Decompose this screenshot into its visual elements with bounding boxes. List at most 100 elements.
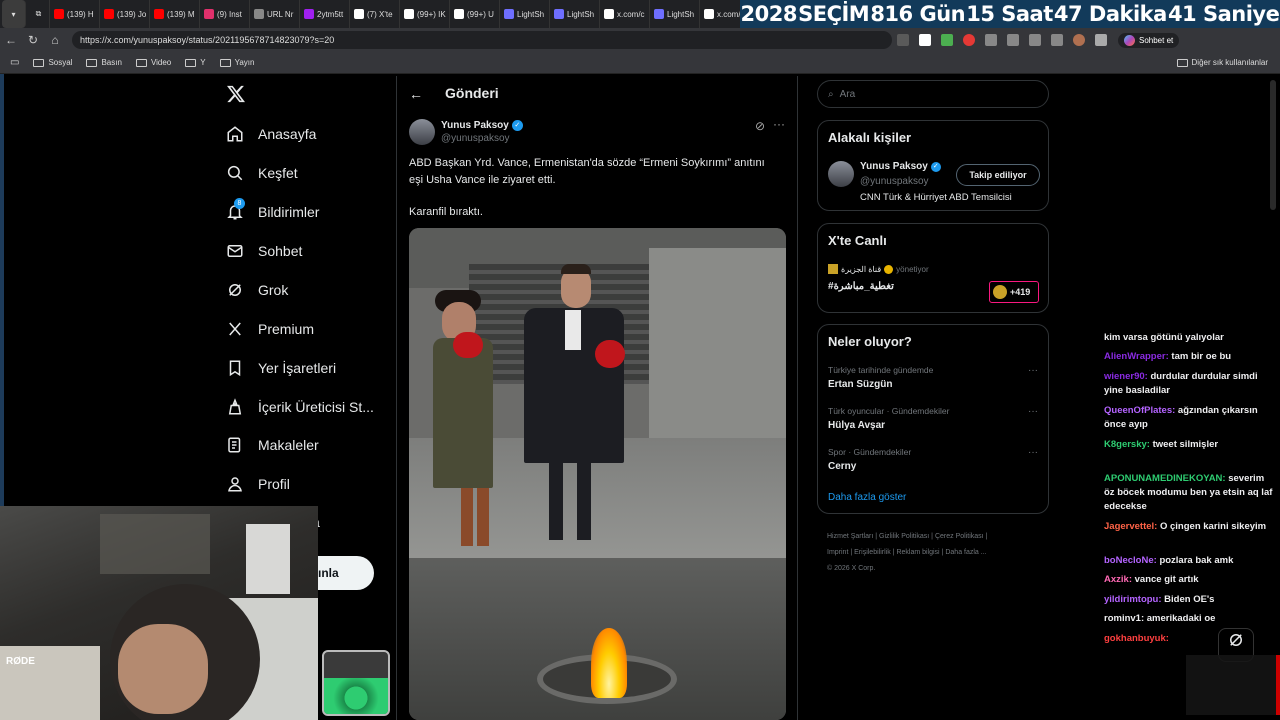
chat-message: boNecloNe: pozlara bak amk (1104, 554, 1274, 568)
chat-username[interactable]: rominv1: (1104, 613, 1144, 624)
nav-articles[interactable]: Makaleler (226, 433, 319, 457)
bookmarks-menu-icon[interactable]: ▭ (10, 57, 19, 68)
chat-username[interactable]: QueenOfPlates: (1104, 405, 1175, 416)
footer-link[interactable]: Hizmet Şartları (827, 533, 873, 540)
nav-grok[interactable]: Grok (226, 278, 288, 302)
bookmark-folder[interactable]: Basın (86, 58, 122, 67)
nav-premium[interactable]: Premium (226, 317, 314, 341)
tab-actions-button[interactable]: ⧉ (28, 0, 50, 28)
nav-notifications[interactable]: 8 Bildirimler (226, 198, 319, 224)
browser-tab[interactable]: (99+) IK (400, 0, 450, 28)
more-options-icon[interactable]: ··· (1028, 365, 1038, 376)
live-hashtag[interactable]: #تغطية_مباشرة (828, 281, 894, 292)
relevant-handle: @yunuspaksoy (860, 176, 929, 187)
x-logo-icon[interactable] (226, 84, 246, 109)
search-input[interactable]: ⌕ Ara (817, 80, 1049, 108)
extension-icon[interactable] (941, 34, 953, 46)
avatar[interactable] (409, 119, 435, 145)
back-arrow-icon[interactable]: ← (0, 33, 22, 47)
favorites-icon[interactable] (1029, 34, 1041, 46)
copilot-chat-button[interactable]: Sohbet et (1118, 32, 1180, 48)
grok-icon[interactable]: ⊘ (755, 119, 765, 133)
collections-icon[interactable] (1051, 34, 1063, 46)
trend-item[interactable]: Spor · Gündemdekiler Cerny ··· (828, 447, 1040, 472)
browser-tab[interactable]: (9) Inst (200, 0, 250, 28)
nav-explore[interactable]: Keşfet (226, 161, 298, 185)
trend-item[interactable]: Türkiye tarihinde gündemde Ertan Süzgün … (828, 365, 1040, 390)
chat-username[interactable]: K8gersky: (1104, 439, 1150, 450)
footer-link[interactable]: Reklam bilgisi (896, 549, 939, 556)
browser-tab[interactable]: 2ytm5tt (300, 0, 350, 28)
browser-tab[interactable]: LightSh (650, 0, 700, 28)
reload-icon[interactable]: ↻ (22, 33, 44, 47)
footer-link[interactable]: Gizlilik Politikası (879, 533, 929, 540)
extension-icon[interactable] (985, 34, 997, 46)
following-button[interactable]: Takip ediliyor (956, 164, 1040, 186)
nav-profile[interactable]: Profil (226, 472, 290, 496)
chat-username[interactable]: Axzik: (1104, 574, 1132, 585)
browser-tab[interactable]: (139) Jo (100, 0, 150, 28)
verified-badge-icon: ✓ (930, 161, 941, 172)
bookmark-folder[interactable]: Video (135, 58, 171, 67)
back-arrow-icon[interactable]: ← (409, 86, 423, 102)
chat-username[interactable]: wiener90: (1104, 371, 1148, 382)
chat-username[interactable]: APONUNAMEDINEKOYAN: (1104, 473, 1226, 484)
nav-chat[interactable]: Sohbet (226, 239, 302, 263)
chat-username[interactable]: gokhanbuyuk: (1104, 633, 1169, 644)
live-host-row[interactable]: قناة الجزيرة yönetiyor (828, 264, 929, 274)
relevant-name[interactable]: Yunus Paksoy (860, 161, 928, 172)
chat-username[interactable]: Jagervettel: (1104, 521, 1157, 532)
tab-favicon-icon (554, 9, 564, 19)
chat-username[interactable]: yildirimtopu: (1104, 594, 1162, 605)
author-name[interactable]: Yunus Paksoy (441, 120, 509, 131)
browser-tab[interactable]: (139) H (50, 0, 100, 28)
trend-context: Spor · Gündemdekiler (828, 447, 912, 457)
more-options-icon[interactable]: ··· (1028, 406, 1038, 417)
menu-dots-icon[interactable] (1095, 34, 1107, 46)
nav-home[interactable]: Anasayfa (226, 122, 316, 146)
avatar[interactable] (828, 161, 854, 187)
browser-tab[interactable]: (7) X'te (350, 0, 400, 28)
trend-item[interactable]: Türk oyuncular · Gündemdekiler Hülya Avş… (828, 406, 1040, 431)
browser-tab[interactable]: (139) M (150, 0, 200, 28)
tab-menu-button[interactable]: ▾ (2, 0, 26, 28)
bookmark-folder[interactable]: Yayın (219, 58, 254, 67)
chat-username[interactable]: AlienWrapper: (1104, 351, 1169, 362)
chat-fade (1104, 316, 1274, 326)
other-bookmarks[interactable]: Diğer sık kullanılanlar (1176, 58, 1268, 67)
show-more-link[interactable]: Daha fazla göster (828, 492, 906, 503)
extension-icon[interactable] (919, 34, 931, 46)
countdown-seconds: 41 Saniye (1167, 2, 1280, 26)
more-options-icon[interactable]: ··· (773, 117, 785, 131)
chat-username[interactable]: boNecloNe: (1104, 555, 1157, 566)
author-handle[interactable]: @yunuspaksoy (441, 133, 510, 144)
x-live-card: X'te Canlı قناة الجزيرة yönetiyor #تغطية… (817, 223, 1049, 313)
url-field[interactable]: https://x.com/yunuspaksoy/status/2021195… (72, 31, 892, 49)
scrollbar[interactable] (1270, 80, 1276, 210)
tab-label: (139) Jo (117, 9, 147, 19)
nav-bookmarks[interactable]: Yer İşaretleri (226, 356, 336, 380)
extension-icon[interactable] (897, 34, 909, 46)
browser-tab[interactable]: URL Nr (250, 0, 300, 28)
footer-link[interactable]: Çerez Politikası (935, 533, 984, 540)
extension-icon[interactable] (963, 34, 975, 46)
copilot-chat-label: Sohbet et (1139, 35, 1174, 45)
browser-tab[interactable]: (99+) U (450, 0, 500, 28)
live-listeners-badge[interactable]: +419 (989, 281, 1039, 303)
browser-tab[interactable]: LightSh (500, 0, 550, 28)
footer-link[interactable]: Imprint (827, 549, 848, 556)
avatar[interactable] (1073, 34, 1085, 46)
home-button-icon[interactable]: ⌂ (44, 33, 66, 47)
bookmark-folder[interactable]: Sosyal (33, 58, 72, 67)
split-view-icon[interactable] (1007, 34, 1019, 46)
footer-link[interactable]: Daha fazla ... (945, 549, 986, 556)
footer-link[interactable]: Erişilebilirlik (854, 549, 891, 556)
browser-tab[interactable]: x.com/c (600, 0, 650, 28)
nav-creator-studio[interactable]: İçerik Üreticisi St... (226, 395, 374, 419)
other-bookmarks-label: Diğer sık kullanılanlar (1191, 58, 1268, 67)
post-image[interactable] (409, 228, 786, 720)
bookmark-folder[interactable]: Y (185, 58, 206, 67)
browser-tab[interactable]: LightSh (550, 0, 600, 28)
more-options-icon[interactable]: ··· (1028, 447, 1038, 458)
chat-text: tam bir oe bu (1171, 351, 1232, 362)
